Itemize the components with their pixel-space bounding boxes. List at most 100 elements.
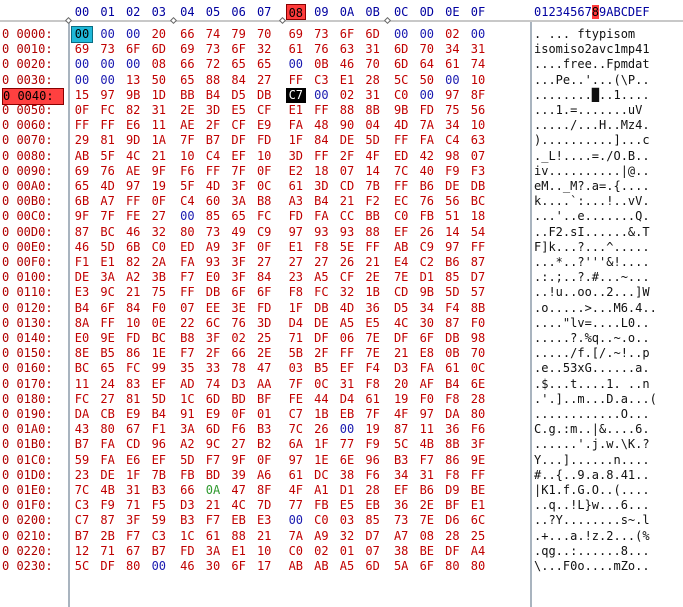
hex-byte[interactable]: F7 [123,529,143,544]
hex-byte[interactable]: D1 [337,483,357,498]
hex-byte[interactable]: 67 [123,544,143,559]
hex-byte[interactable]: AF [417,377,437,392]
hex-byte[interactable]: 5D [177,453,197,468]
hex-byte[interactable]: D3 [229,377,249,392]
hex-byte[interactable]: 7A [286,529,306,544]
hex-byte[interactable]: 70 [363,57,383,72]
row-offset[interactable]: 0 0160: [2,361,64,376]
ascii-text[interactable]: |K1.f.G.O..(.... [534,483,650,498]
hex-byte[interactable]: 25 [254,331,274,346]
hex-byte[interactable]: 9F [72,209,92,224]
hex-byte[interactable]: 54 [468,225,488,240]
hex-byte[interactable]: 6D [363,559,383,574]
hex-byte[interactable]: F6 [177,164,197,179]
hex-byte[interactable]: 97 [286,453,306,468]
hex-byte[interactable]: 4F [391,407,411,422]
hex-byte[interactable]: 9B [417,285,437,300]
hex-byte[interactable]: C0 [391,209,411,224]
hex-byte[interactable]: 96 [363,453,383,468]
ascii-text[interactable]: .....?.%q..~.o.. [534,331,650,346]
hex-byte[interactable]: 21 [391,346,411,361]
hex-byte[interactable]: 87 [442,316,462,331]
hex-byte[interactable]: D1 [417,270,437,285]
hex-byte[interactable]: 2B [98,529,118,544]
hex-byte[interactable]: 2F [203,118,223,133]
hex-byte[interactable]: 08 [149,57,169,72]
hex-byte[interactable]: E1 [98,255,118,270]
hex-byte[interactable]: 88 [363,225,383,240]
hex-byte[interactable]: E5 [363,316,383,331]
hex-byte[interactable]: F1 [72,255,92,270]
hex-byte[interactable]: C0 [286,544,306,559]
hex-byte[interactable]: FF [72,118,92,133]
hex-byte[interactable]: FC [98,103,118,118]
hex-byte[interactable]: BD [229,392,249,407]
hex-byte[interactable]: 23 [286,270,306,285]
hex-byte[interactable]: 0F [149,194,169,209]
hex-byte[interactable]: FE [123,209,143,224]
hex-byte[interactable]: 4D [337,301,357,316]
hex-byte[interactable]: DB [442,331,462,346]
hex-byte[interactable]: 7B [363,179,383,194]
ascii-text[interactable]: Y...]......n.... [534,453,650,468]
row-offset[interactable]: 0 0030: [2,73,64,88]
hex-byte[interactable]: 73 [203,225,223,240]
hex-byte[interactable]: 80 [468,559,488,574]
hex-byte[interactable]: CD [123,437,143,452]
hex-byte[interactable]: 7F [229,164,249,179]
hex-byte[interactable]: 69 [72,164,92,179]
hex-byte[interactable]: 28 [363,483,383,498]
hex-byte[interactable]: F0 [417,392,437,407]
hex-byte[interactable]: 30 [417,316,437,331]
hex-byte[interactable]: C0 [391,88,411,103]
hex-byte[interactable]: 9D [123,133,143,148]
hex-byte[interactable]: FF [468,240,488,255]
hex-byte[interactable]: 21 [363,255,383,270]
hex-byte[interactable]: E5 [229,103,249,118]
hex-byte[interactable]: 12 [72,544,92,559]
hex-byte[interactable]: 7F [177,133,197,148]
hex-byte[interactable]: 69 [177,42,197,57]
hex-byte[interactable]: DF [229,133,249,148]
ascii-text[interactable]: F]k...?...^..... [534,240,650,255]
hex-byte[interactable]: B4 [72,301,92,316]
hex-byte[interactable]: AE [177,118,197,133]
ascii-text[interactable]: ....free..Fpmdat [534,57,650,72]
hex-byte[interactable]: F0 [149,301,169,316]
hex-byte[interactable]: FA [98,437,118,452]
hex-byte[interactable]: EC [391,194,411,209]
hex-byte[interactable]: DE [72,270,92,285]
hex-byte[interactable]: 50 [149,73,169,88]
hex-byte[interactable]: 6F [417,559,437,574]
hex-byte[interactable]: C3 [149,529,169,544]
hex-byte[interactable]: 77 [286,498,306,513]
hex-byte[interactable]: 76 [311,42,331,57]
hex-byte[interactable]: 66 [177,57,197,72]
hex-byte[interactable]: B3 [177,513,197,528]
hex-byte[interactable]: FF [391,133,411,148]
hex-byte[interactable]: E9 [123,407,143,422]
hex-byte[interactable]: 21 [203,498,223,513]
hex-byte[interactable]: 98 [442,149,462,164]
hex-byte[interactable]: D3 [391,361,411,376]
hex-byte[interactable]: 6F [229,285,249,300]
hex-byte[interactable]: 2F [203,346,223,361]
hex-byte[interactable]: 28 [363,73,383,88]
hex-byte[interactable]: C9 [254,225,274,240]
hex-byte[interactable]: 26 [417,225,437,240]
hex-byte[interactable]: EF [149,453,169,468]
ascii-text[interactable]: .e..53xG......a. [534,361,650,376]
hex-byte[interactable]: 2F [311,346,331,361]
hex-byte[interactable]: 1D [149,88,169,103]
hex-byte[interactable]: 76 [98,164,118,179]
hex-byte[interactable]: 32 [337,285,357,300]
hex-byte[interactable]: FF [177,285,197,300]
hex-byte[interactable]: C7 [285,87,306,103]
hex-byte[interactable]: 6E [337,453,357,468]
hex-byte[interactable]: 18 [468,209,488,224]
hex-byte[interactable]: B6 [417,483,437,498]
hex-byte[interactable]: A6 [254,468,274,483]
ascii-text[interactable]: k....`:...!..vV. [534,194,650,209]
hex-byte[interactable]: 80 [468,407,488,422]
hex-byte[interactable]: 2E [363,270,383,285]
